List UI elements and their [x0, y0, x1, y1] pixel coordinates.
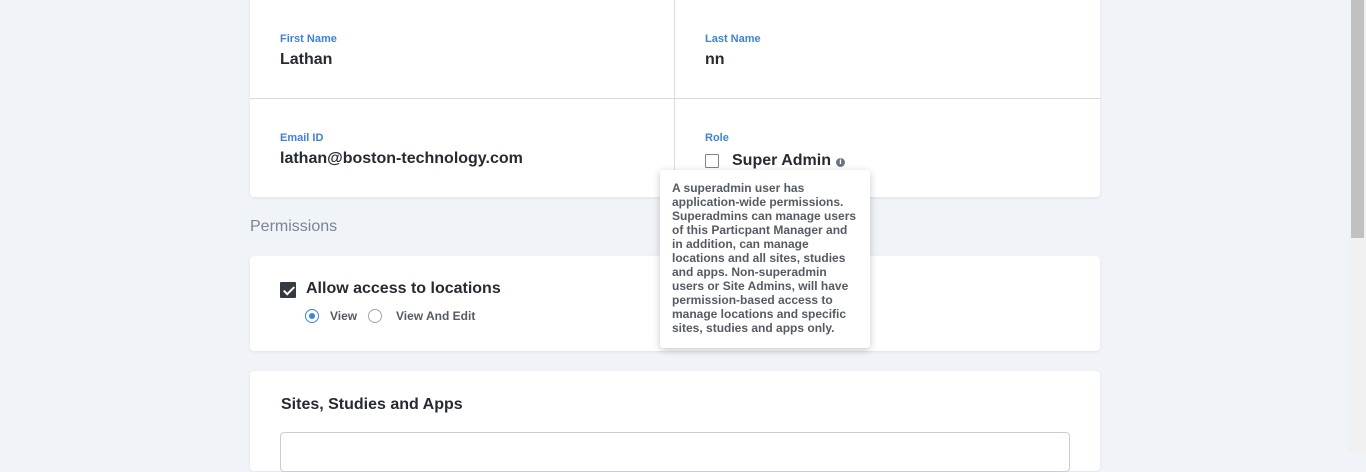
view-and-edit-radio[interactable]	[368, 309, 382, 323]
allow-locations-checkbox[interactable]	[280, 282, 296, 298]
email-label: Email ID	[280, 132, 324, 144]
scrollbar-thumb[interactable]	[1351, 0, 1364, 238]
page-scrollbar[interactable]	[1349, 0, 1366, 452]
first-name-value: Lathan	[280, 51, 333, 68]
sites-studies-apps-heading: Sites, Studies and Apps	[281, 396, 463, 413]
role-label: Role	[705, 132, 729, 144]
user-details-card: First Name Lathan Last Name nn Email ID …	[250, 0, 1100, 197]
view-radio-label[interactable]: View	[330, 309, 357, 323]
sites-studies-apps-card: Sites, Studies and Apps	[250, 371, 1100, 472]
first-name-cell: First Name Lathan	[250, 0, 675, 99]
super-admin-tooltip: A superadmin user has application-wide p…	[660, 170, 870, 348]
super-admin-checkbox[interactable]	[705, 154, 719, 168]
first-name-label: First Name	[280, 33, 337, 45]
view-radio[interactable]	[305, 309, 319, 323]
super-admin-label[interactable]: Super Admin	[732, 152, 831, 170]
last-name-value: nn	[705, 51, 725, 68]
sites-search-input[interactable]	[280, 432, 1070, 472]
last-name-label: Last Name	[705, 33, 761, 45]
last-name-cell: Last Name nn	[675, 0, 1100, 99]
email-value: lathan@boston-technology.com	[280, 150, 523, 167]
allow-locations-label[interactable]: Allow access to locations	[306, 280, 501, 298]
info-icon[interactable]: i	[836, 158, 845, 167]
view-and-edit-radio-label[interactable]: View And Edit	[396, 309, 475, 323]
permissions-heading: Permissions	[250, 218, 338, 235]
email-cell: Email ID lathan@boston-technology.com	[250, 99, 675, 197]
